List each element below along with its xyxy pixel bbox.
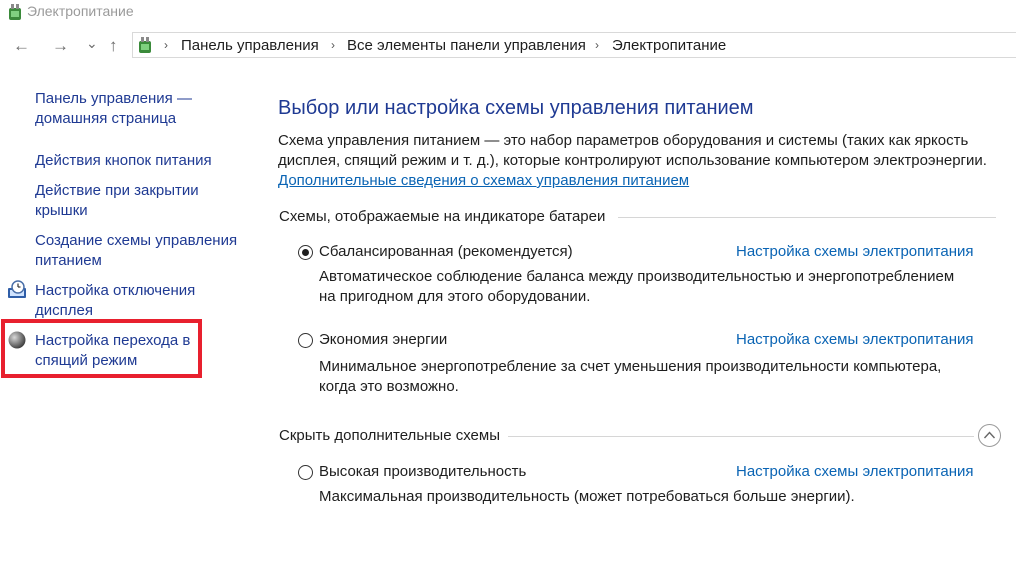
sidebar-item-label: Панель управления —: [35, 90, 192, 107]
breadcrumb-separator: ›: [595, 38, 599, 52]
radio-balanced[interactable]: [298, 245, 313, 260]
sidebar-item-lid-close[interactable]: Действие при закрытии крышки: [35, 181, 199, 221]
description-line: Схема управления питанием — это набор па…: [278, 132, 969, 149]
radio-power-saver[interactable]: [298, 333, 313, 348]
breadcrumb-separator: ›: [331, 38, 335, 52]
title-bar: Электропитание: [0, 0, 1016, 26]
power-options-icon: [9, 4, 21, 20]
section-divider: [618, 217, 996, 218]
sidebar-item-label: Действие при закрытии: [35, 182, 199, 199]
plan-settings-link-high-performance[interactable]: Настройка схемы электропитания: [736, 463, 973, 480]
plan-name-power-saver[interactable]: Экономия энергии: [319, 331, 447, 348]
plan-name-high-performance[interactable]: Высокая производительность: [319, 463, 526, 480]
plan-settings-link-power-saver[interactable]: Настройка схемы электропитания: [736, 331, 973, 348]
plan-description: когда это возможно.: [319, 378, 459, 395]
collapse-button[interactable]: [978, 424, 1001, 447]
breadcrumb-power-options[interactable]: Электропитание: [612, 37, 726, 54]
hidden-plans-section-title: Скрыть дополнительные схемы: [279, 427, 500, 444]
sidebar-item-label: Создание схемы управления: [35, 232, 238, 249]
page-title: Выбор или настройка схемы управления пит…: [278, 97, 754, 119]
highlight-frame: [1, 319, 202, 378]
sidebar-item-create-plan[interactable]: Создание схемы управления питанием: [35, 231, 237, 271]
section-divider: [508, 436, 974, 437]
breadcrumb-all-items[interactable]: Все элементы панели управления: [347, 37, 586, 54]
description-line: дисплея, спящий режим и т. д.), которые …: [278, 152, 987, 169]
sidebar-item-power-buttons[interactable]: Действия кнопок питания: [35, 151, 212, 171]
sidebar-item-label: Настройка отключения: [35, 282, 196, 299]
control-panel-icon: [139, 37, 151, 53]
sidebar-item-label: домашняя страница: [35, 110, 177, 127]
sidebar-item-label: дисплея: [35, 302, 93, 319]
chevron-up-icon: [983, 431, 996, 439]
back-button[interactable]: ←: [13, 36, 30, 56]
more-info-link[interactable]: Дополнительные сведения о схемах управле…: [278, 171, 689, 191]
plan-description: Автоматическое соблюдение баланса между …: [319, 268, 955, 285]
recent-locations-button[interactable]: ⌄: [86, 33, 98, 53]
breadcrumb-separator: ›: [164, 38, 168, 52]
radio-high-performance[interactable]: [298, 465, 313, 480]
plan-settings-link-balanced[interactable]: Настройка схемы электропитания: [736, 243, 973, 260]
plan-description: Максимальная производительность (может п…: [319, 488, 855, 505]
sidebar-item-label: Действия кнопок питания: [35, 152, 212, 169]
forward-button[interactable]: →: [52, 36, 69, 56]
sidebar-item-label: крышки: [35, 202, 88, 219]
battery-section-title: Схемы, отображаемые на индикаторе батаре…: [279, 208, 606, 225]
address-bar[interactable]: › Панель управления › Все элементы панел…: [132, 32, 1016, 58]
monitor-clock-icon: [8, 280, 26, 298]
up-button[interactable]: ↑: [109, 36, 118, 56]
breadcrumb-control-panel[interactable]: Панель управления: [181, 37, 319, 54]
plan-description: Минимальное энергопотребление за счет ум…: [319, 358, 942, 375]
sidebar-item-display-off[interactable]: Настройка отключения дисплея: [35, 281, 195, 321]
plan-name-balanced[interactable]: Сбалансированная (рекомендуется): [319, 243, 573, 260]
plan-description: на пригодном для этого оборудовании.: [319, 288, 591, 305]
sidebar-item-label: питанием: [35, 252, 102, 269]
sidebar-item-control-panel-home[interactable]: Панель управления — домашняя страница: [35, 89, 192, 129]
window-title: Электропитание: [27, 3, 134, 19]
